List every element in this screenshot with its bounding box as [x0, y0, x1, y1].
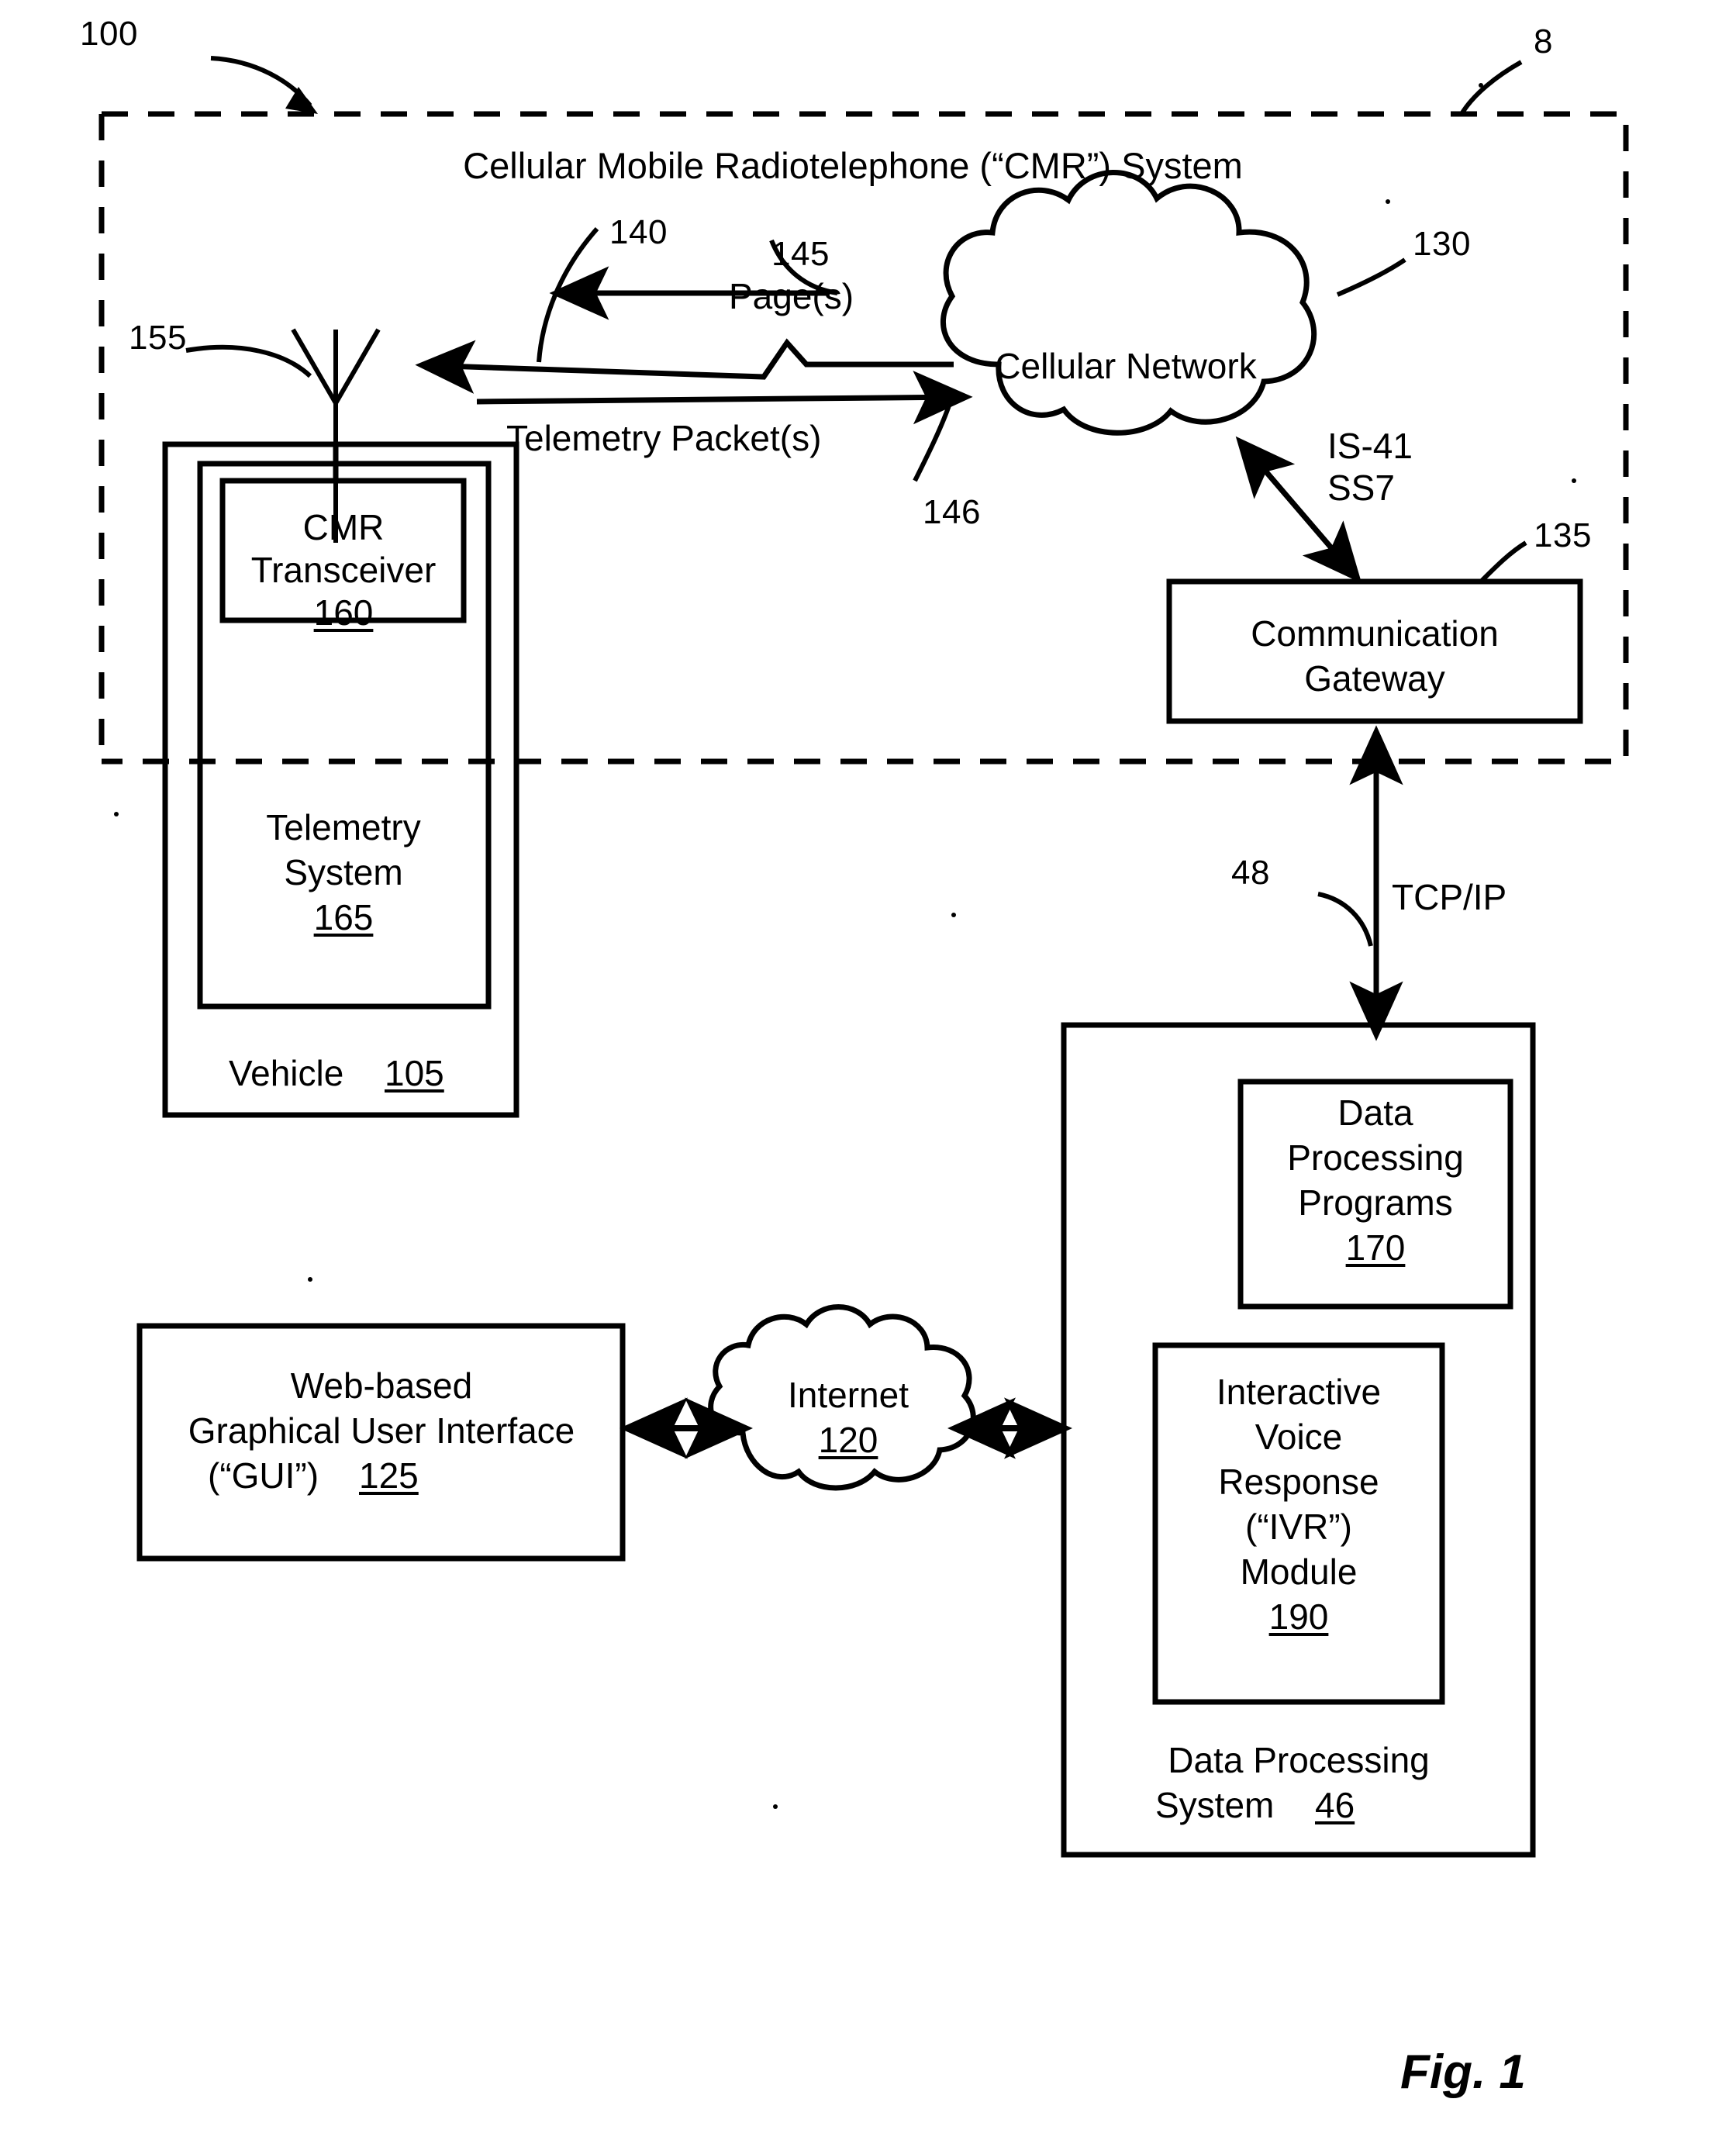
ivr-module-label-line3: Response [1218, 1462, 1379, 1502]
telemetry-packets-connection-label: Telemetry Packet(s) [506, 418, 822, 458]
reference-numeral-8: 8 [1534, 22, 1553, 60]
reference-numeral-146: 146 [923, 493, 981, 531]
arrow-telemetry-uplink [476, 370, 973, 425]
communication-gateway-label-line2: Gateway [1304, 658, 1445, 699]
web-gui-label-line2: Graphical User Interface [188, 1410, 575, 1451]
communication-gateway-label-line1: Communication [1251, 613, 1499, 654]
ivr-module-label-line4: (“IVR”) [1245, 1507, 1352, 1547]
data-processing-system-label-line1: Data Processing [1168, 1740, 1430, 1780]
figure-caption: Fig. 1 [1400, 2045, 1526, 2099]
cmr-transceiver-label-line2: Transceiver [250, 550, 437, 590]
reference-numeral-140: 140 [609, 213, 668, 251]
reference-numeral-145: 145 [771, 235, 830, 273]
data-processing-system-ref: 46 [1315, 1785, 1355, 1825]
cellular-network-cloud [940, 170, 1317, 436]
leader-48 [1317, 892, 1373, 947]
tcpip-protocol-label: TCP/IP [1392, 877, 1507, 917]
cmr-transceiver-label-line1: CMR [302, 507, 385, 547]
patent-figure-page: 100 8 Cellular Mobile Radiotelephone (“C… [0, 0, 1736, 2154]
telemetry-system-ref: 165 [313, 897, 374, 937]
reference-numeral-130: 130 [1413, 225, 1471, 263]
is41-protocol-label: IS-41 [1327, 426, 1413, 466]
leader-130 [1336, 257, 1406, 297]
data-processing-programs-label-line2: Processing [1287, 1137, 1464, 1178]
ivr-module-label-line2: Voice [1255, 1417, 1343, 1457]
cellular-network-label: Cellular Network [995, 346, 1257, 386]
cmr-system-title: Cellular Mobile Radiotelephone (“CMR”) S… [463, 145, 1243, 186]
web-gui-label-line1: Web-based [290, 1365, 473, 1406]
web-gui-label-line3: (“GUI”) [208, 1455, 319, 1496]
reference-numeral-155: 155 [129, 319, 187, 357]
vehicle-label: Vehicle [229, 1053, 344, 1093]
vehicle-ref: 105 [385, 1053, 444, 1093]
internet-ref: 120 [818, 1420, 878, 1460]
reference-numeral-100: 100 [80, 15, 138, 53]
leader-155 [185, 344, 312, 378]
ivr-module-label-line1: Interactive [1216, 1372, 1382, 1412]
arrow-downlink-to-antenna [415, 338, 954, 394]
leader-146 [913, 402, 952, 482]
ss7-protocol-label: SS7 [1327, 468, 1395, 508]
leader-135 [1479, 540, 1527, 584]
ivr-module-ref: 190 [1268, 1597, 1329, 1637]
telemetry-system-label-line2: System [284, 852, 403, 892]
data-processing-system-label-line2: System [1155, 1785, 1275, 1825]
ivr-module-label-line5: Module [1240, 1552, 1358, 1592]
reference-numeral-48: 48 [1231, 854, 1270, 892]
cmr-transceiver-ref: 160 [313, 592, 374, 633]
reference-numeral-135: 135 [1534, 516, 1592, 554]
web-gui-ref: 125 [359, 1455, 419, 1496]
data-processing-programs-label-line1: Data [1337, 1093, 1413, 1133]
leader-8 [1459, 60, 1523, 116]
data-processing-programs-label-line3: Programs [1298, 1182, 1453, 1223]
pages-connection-label: Page(s) [729, 276, 854, 316]
internet-label: Internet [788, 1375, 909, 1415]
data-processing-programs-ref: 170 [1345, 1227, 1406, 1268]
telemetry-system-label-line1: Telemetry [266, 807, 421, 847]
